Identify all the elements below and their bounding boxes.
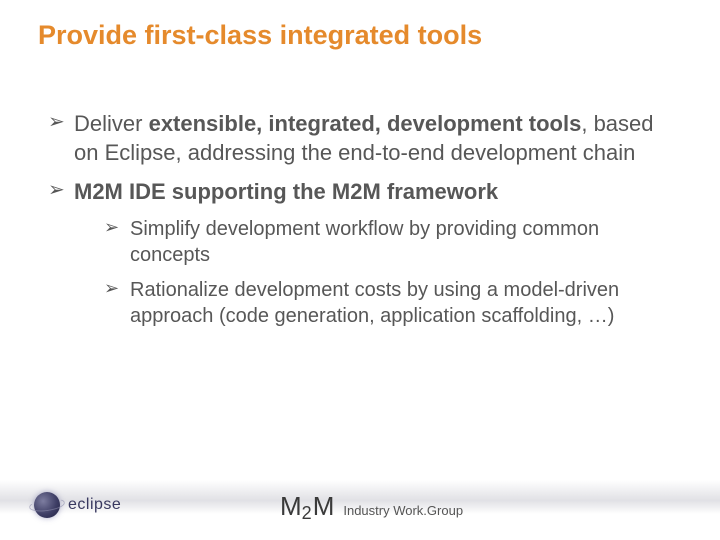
bullet-2b: Rationalize development costs by using a… (104, 277, 682, 330)
eclipse-logo-text: eclipse (68, 496, 121, 514)
eclipse-logo-icon (34, 492, 60, 518)
bullet-1-pre: Deliver (74, 111, 149, 136)
slide-title: Provide first-class integrated tools (38, 20, 682, 51)
m2m-tagline: Industry Work.Group (343, 503, 463, 518)
m2m-2: 2 (302, 503, 312, 523)
slide: Provide first-class integrated tools Del… (0, 0, 720, 540)
m2m-wordmark: M2M (280, 491, 333, 522)
eclipse-logo-orbit (28, 497, 65, 514)
footer: eclipse M2M Industry Work.Group (0, 470, 720, 540)
bullet-2: M2M IDE supporting the M2M framework Sim… (48, 177, 682, 330)
bullet-1-bold: extensible, integrated, development tool… (149, 111, 582, 136)
eclipse-logo: eclipse (34, 492, 121, 518)
bullet-2a: Simplify development workflow by providi… (104, 216, 682, 269)
m2m-m2: M (313, 491, 334, 521)
bullet-2-text: M2M IDE supporting the M2M framework (74, 179, 498, 204)
m2m-branding: M2M Industry Work.Group (280, 491, 463, 522)
bullet-list-level2: Simplify development workflow by providi… (104, 216, 682, 330)
m2m-m1: M (280, 491, 301, 521)
bullet-list-level1: Deliver extensible, integrated, developm… (48, 109, 682, 330)
bullet-1: Deliver extensible, integrated, developm… (48, 109, 682, 167)
